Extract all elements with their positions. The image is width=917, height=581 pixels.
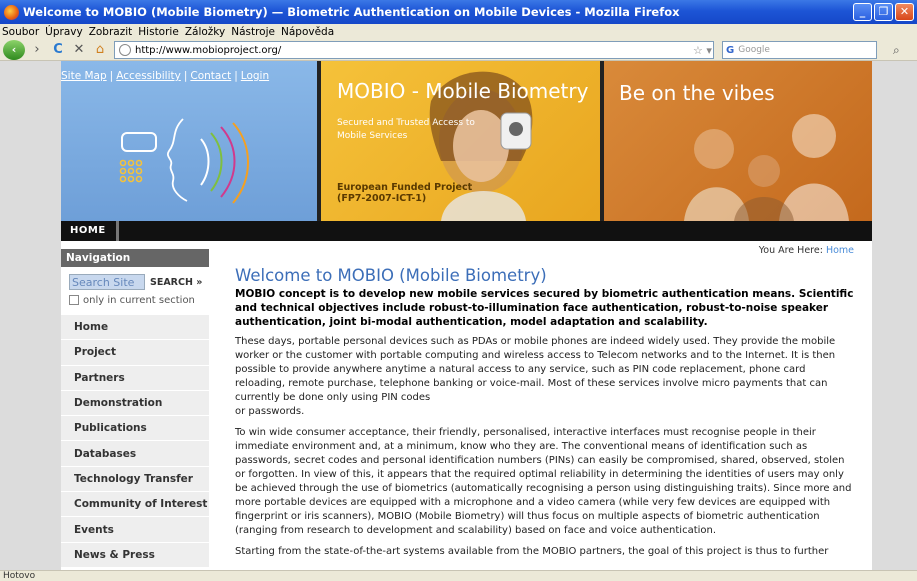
nav-item-events[interactable]: Events [61,517,209,543]
nav-item-technology-transfer[interactable]: Technology Transfer [61,466,209,493]
url-text: http://www.mobioproject.org/ [135,44,282,56]
paragraph-3: Starting from the state-of-the-art syste… [235,546,829,557]
paragraph-1-text: These days, portable personal devices su… [235,336,836,403]
banner-title-panel: MOBIO - Mobile Biometry Secured and Trus… [321,61,604,221]
search-engine-input[interactable]: G Google [722,41,877,59]
navigation-heading: Navigation [61,249,209,267]
menu-history[interactable]: Historie [138,26,179,38]
intro-paragraph: MOBIO concept is to develop new mobile s… [235,288,854,328]
funded-line-1: European Funded Project [337,182,473,193]
back-icon[interactable]: ‹ [3,39,25,60]
nav-item-demonstration[interactable]: Demonstration [61,390,209,417]
breadcrumb-home-link[interactable]: Home [826,245,854,256]
window-title: Welcome to MOBIO (Mobile Biometry) — Bio… [23,5,680,19]
paragraph-1: These days, portable personal devices su… [235,335,855,419]
google-icon[interactable]: G [726,45,734,56]
home-icon[interactable]: ⌂ [91,41,109,59]
breadcrumb: You Are Here: Home [759,245,854,256]
site-menu-bar: HOME [61,221,872,241]
window-titlebar: Welcome to MOBIO (Mobile Biometry) — Bio… [0,0,917,24]
nav-item-partners[interactable]: Partners [61,365,209,391]
menu-file[interactable]: Soubor [2,26,39,38]
paragraph-1-tail: or passwords. [235,406,305,417]
nav-item-community-of-interest[interactable]: Community of Interest [61,492,209,518]
sidebar: Navigation SEARCH » only in current sect… [61,249,209,568]
banner-title: MOBIO - Mobile Biometry [337,79,589,103]
menu-view[interactable]: Zobrazit [89,26,133,38]
nav-item-databases[interactable]: Databases [61,441,209,467]
browser-viewport: Site Map | Accessibility | Contact | Login [0,61,917,570]
reload-icon[interactable]: C [49,41,67,59]
only-current-section-label: only in current section [83,294,195,306]
close-button[interactable]: ✕ [895,3,914,21]
only-current-section-option[interactable]: only in current section [61,293,209,307]
url-input[interactable]: http://www.mobioproject.org/ [114,41,714,59]
nav-item-publications[interactable]: Publications [61,416,209,442]
site-search: SEARCH » [61,271,209,293]
navigation-toolbar: ‹ › C ✕ ⌂ http://www.mobioproject.org/ ☆… [0,39,917,61]
bookmark-star-icon[interactable]: ☆ ▾ [693,44,712,57]
navigation-list: Home Project Partners Demonstration Publ… [61,315,209,568]
breadcrumb-label: You Are Here: [758,245,823,256]
menu-bar: Soubor Úpravy Zobrazit Historie Záložky … [0,24,917,39]
stop-icon[interactable]: ✕ [70,41,88,59]
status-bar: Hotovo [0,570,917,581]
nav-item-home[interactable]: Home [61,315,209,341]
banner-slogan: Be on the vibes [619,81,775,105]
search-placeholder: Google [738,45,770,55]
search-button[interactable]: SEARCH » [150,277,202,288]
menu-tools[interactable]: Nástroje [231,26,275,38]
site-identity-icon[interactable] [119,44,131,56]
maximize-button[interactable]: ❐ [874,3,893,21]
site-search-input[interactable] [69,274,145,290]
mobio-logo-icon [119,118,249,204]
nav-item-project[interactable]: Project [61,340,209,366]
funded-line-2: (FP7-2007-ICT-1) [337,193,427,204]
banner-logo-panel: Site Map | Accessibility | Contact | Login [61,61,321,221]
home-tab[interactable]: HOME [61,221,119,241]
funded-project-label: European Funded Project (FP7-2007-ICT-1) [337,182,472,204]
banner-slogan-panel: Be on the vibes [604,61,872,221]
nav-item-news-press[interactable]: News & Press [61,542,209,568]
search-go-icon[interactable]: ⌕ [893,43,900,58]
menu-edit[interactable]: Úpravy [45,26,83,38]
firefox-icon [4,4,19,20]
minimize-button[interactable]: _ [853,3,872,21]
page-title: Welcome to MOBIO (Mobile Biometry) [235,266,547,285]
web-page: Site Map | Accessibility | Contact | Login [61,61,872,570]
site-banner: Site Map | Accessibility | Contact | Login [61,61,872,221]
menu-help[interactable]: Nápověda [281,26,334,38]
main-content: Welcome to MOBIO (Mobile Biometry) MOBIO… [235,266,855,566]
menu-bookmarks[interactable]: Záložky [185,26,225,38]
only-current-section-checkbox[interactable] [69,295,79,305]
forward-icon[interactable]: › [28,41,46,59]
banner-subtitle: Secured and Trusted Access to Mobile Ser… [337,118,475,141]
paragraph-2: To win wide consumer acceptance, their f… [235,427,852,536]
